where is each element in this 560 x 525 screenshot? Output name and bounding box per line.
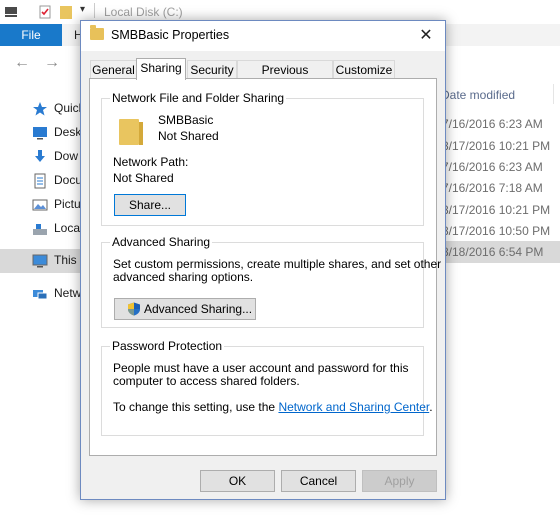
properties-icon[interactable] (38, 5, 52, 19)
cancel-button[interactable]: Cancel (281, 470, 356, 492)
tab-general[interactable]: General (90, 60, 137, 79)
sidebar-item-label: Pictu (54, 197, 81, 211)
sidebar-item-local-disk[interactable]: Loca (28, 218, 88, 240)
folder-icon (119, 119, 143, 145)
sidebar-item-label: Docu (54, 173, 83, 187)
file-row-date[interactable]: 8/17/2016 10:50 PM (440, 220, 560, 242)
sidebar-item-documents[interactable]: Docu (28, 170, 88, 192)
apply-button[interactable]: Apply (362, 470, 437, 492)
shield-icon (128, 302, 140, 316)
this-pc-icon (32, 254, 48, 268)
back-arrow-icon[interactable]: ← (14, 54, 30, 72)
tab-security[interactable]: Security (187, 60, 237, 79)
change-setting-prefix: To change this setting, use the (113, 400, 276, 414)
sidebar-item-pictures[interactable]: Pictu (28, 194, 88, 216)
share-status: Not Shared (158, 129, 219, 143)
close-icon[interactable]: ✕ (411, 24, 441, 48)
file-row-date[interactable]: 7/16/2016 6:23 AM (440, 113, 560, 135)
sentence-period: . (429, 400, 433, 414)
sidebar-item-downloads[interactable]: Dow (28, 146, 88, 168)
change-setting-text: To change this setting, use the Network … (113, 400, 433, 414)
tab-sharing[interactable]: Sharing (136, 58, 186, 80)
column-header-date-modified[interactable]: Date modified (441, 88, 515, 102)
folder-name: SMBBasic (158, 113, 214, 127)
pictures-icon (32, 199, 48, 211)
group-title: Network File and Folder Sharing (110, 91, 287, 105)
dialog-titlebar[interactable]: SMBBasic Properties ✕ (81, 21, 445, 51)
sidebar-item-quick-access[interactable]: Quick (28, 98, 88, 120)
sharing-tab-panel: Network File and Folder Sharing SMBBasic… (89, 78, 441, 456)
tab-customize[interactable]: Customize (333, 60, 395, 79)
group-title: Password Protection (110, 339, 225, 353)
document-icon (34, 173, 46, 189)
star-icon (33, 102, 47, 116)
file-row-date[interactable]: 7/16/2016 7:18 AM (440, 177, 560, 199)
tab-previous-versions[interactable]: Previous Versions (237, 60, 333, 95)
new-folder-icon[interactable] (60, 5, 72, 19)
forward-arrow-icon[interactable]: → (44, 54, 60, 72)
column-divider[interactable] (553, 84, 554, 104)
advanced-sharing-group: Advanced Sharing Set custom permissions,… (101, 235, 441, 328)
network-sharing-center-link[interactable]: Network and Sharing Center (278, 400, 429, 414)
dialog-title: SMBBasic Properties (111, 28, 230, 42)
network-path-value: Not Shared (113, 171, 174, 185)
file-row-date[interactable]: 8/17/2016 10:21 PM (440, 199, 560, 221)
download-icon (35, 150, 45, 162)
advanced-sharing-button-label: Advanced Sharing... (144, 302, 253, 316)
sidebar-item-this-pc[interactable]: This P (28, 250, 88, 272)
sidebar-item-label: Dow (54, 149, 79, 163)
sidebar-item-label: Netw (54, 286, 82, 300)
password-description: People must have a user account and pass… (113, 361, 409, 375)
folder-icon (90, 25, 104, 40)
advanced-sharing-button[interactable]: Advanced Sharing... (114, 298, 256, 320)
window-title: Local Disk (C:) (104, 5, 183, 19)
password-description: computer to access shared folders. (113, 374, 300, 388)
file-row-date-selected[interactable]: 8/18/2016 6:54 PM (440, 241, 560, 263)
network-path-label: Network Path: (113, 155, 189, 169)
properties-dialog: SMBBasic Properties ✕ General Sharing Se… (80, 20, 446, 500)
qat-dropdown-icon[interactable]: ▾ (80, 4, 85, 15)
desktop-icon (33, 127, 47, 140)
explorer-app-icon (5, 7, 17, 17)
local-disk-icon (33, 224, 47, 235)
password-protection-group: Password Protection People must have a u… (101, 339, 433, 436)
file-row-date[interactable]: 7/16/2016 6:23 AM (440, 156, 560, 178)
advanced-sharing-description: advanced sharing options. (113, 270, 254, 284)
file-tab[interactable]: File (0, 24, 62, 46)
share-button[interactable]: Share... (114, 194, 186, 216)
advanced-sharing-description: Set custom permissions, create multiple … (113, 257, 442, 271)
group-title: Advanced Sharing (110, 235, 213, 249)
network-icon (33, 290, 48, 300)
sidebar-item-label: Loca (54, 221, 81, 235)
sidebar-item-label: Desk (54, 125, 82, 139)
ok-button[interactable]: OK (200, 470, 275, 492)
sidebar-item-desktop[interactable]: Desk (28, 122, 88, 144)
qat-separator (94, 3, 95, 18)
sidebar-item-network[interactable]: Netw (28, 283, 88, 305)
file-row-date[interactable]: 8/17/2016 10:21 PM (440, 135, 560, 157)
network-sharing-group: Network File and Folder Sharing SMBBasic… (101, 91, 424, 226)
